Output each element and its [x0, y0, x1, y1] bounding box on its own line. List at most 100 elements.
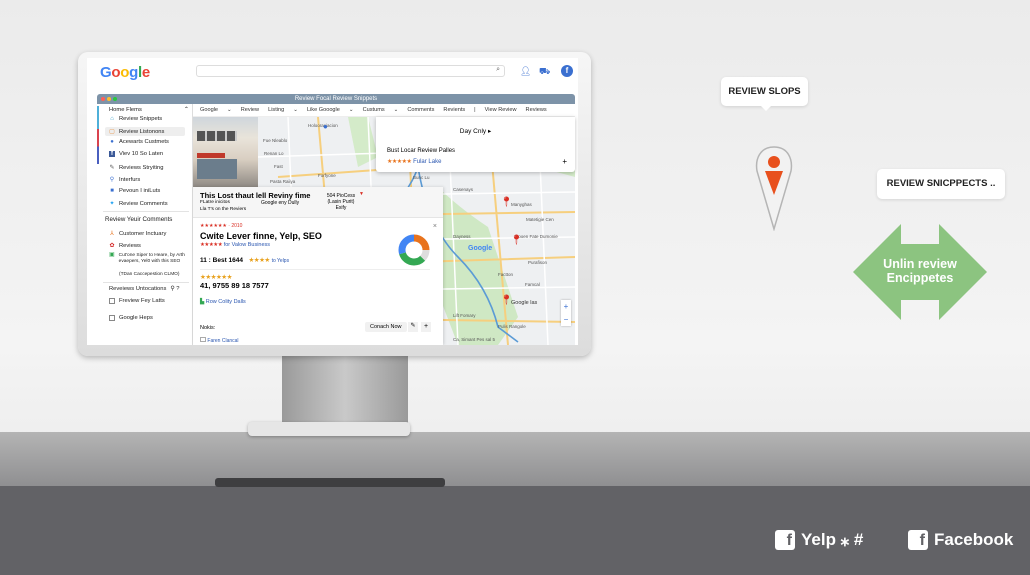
map-label: Factton [498, 272, 514, 277]
map-label: Casenays [453, 187, 474, 192]
sidebar-item-viev[interactable]: f Viev 10 So Laten [109, 151, 163, 157]
map-pin-icon[interactable]: 📍︎ [500, 295, 513, 306]
review-card[interactable]: Day Cnly ▸ Bust Locar Review Palles ★★★★… [376, 117, 575, 172]
facebook-icon: f [775, 530, 795, 550]
add-icon[interactable]: + [421, 322, 431, 332]
toolbar-reviews[interactable]: Reviews [526, 107, 547, 113]
business-panel: This Lost thaut lell Reviny fime FLatre … [193, 187, 443, 345]
footer-link[interactable]: Faren Clancal [207, 338, 238, 344]
star-rating: ★★★★★ [387, 159, 412, 165]
zoom-in-button[interactable]: + [561, 300, 571, 313]
toolbar-google[interactable]: Google [200, 107, 218, 113]
image-icon: ▣ [109, 252, 115, 258]
checkbox-freview[interactable]: Freview Fey Latts [109, 298, 165, 304]
checkbox-icon[interactable] [109, 315, 115, 321]
business-title: Cwite Lever finne, Yelp, SEO [200, 231, 322, 241]
sidebar-item-label: Cut'one Siper to Heare, by Arth evaepers… [118, 253, 185, 264]
sidebar-item-acewarts[interactable]: ● Acewarts Custmets [109, 139, 169, 145]
list-icon: ▢ [109, 129, 115, 135]
maximize-window-button[interactable] [113, 97, 117, 101]
toolbar-divider: | [474, 107, 476, 113]
yelp-badge[interactable]: f Yelp ⁎ # [775, 530, 863, 550]
contact-now-button[interactable]: Conach Now [365, 322, 407, 332]
toolbar-view-review[interactable]: View Review [485, 107, 517, 113]
business-link[interactable]: for Valow Business [224, 242, 270, 248]
sidebar-item-label: Pevoun I iniLuts [119, 188, 161, 194]
checkbox-google-heps[interactable]: Google Heps [109, 315, 153, 321]
toolbar-revients[interactable]: Revients [443, 107, 465, 113]
home-icon: ⌂ [110, 116, 114, 122]
checkbox-icon[interactable] [200, 337, 206, 342]
sidebar-item-reviews[interactable]: ✿ Reviews [109, 242, 140, 250]
close-icon[interactable]: × [433, 223, 437, 230]
callout-bubble-review-slops: REVIEW SLOPS [721, 77, 808, 111]
sidebar-item-note[interactable]: ▣ Cut'one Siper to Heare, by Arth evaeper… [109, 252, 189, 264]
callout-text: REVIEW SNICPPECTS .. [886, 178, 996, 189]
map-label: Dayness [453, 234, 471, 239]
desk [0, 432, 1030, 486]
briefcase-icon: ■ [110, 188, 114, 194]
toolbar-like-google[interactable]: Like Gooogle [307, 107, 340, 113]
sidebar-item-note-sub: (TDan Caccepestion CLMO) [119, 272, 180, 277]
map-label: Ca, Simant Pes sal 5 [453, 337, 496, 342]
phone-number[interactable]: 41, 9755 89 18 7577 [200, 281, 269, 290]
section-title: Reveiews Untocations ⚲ ? [109, 286, 179, 292]
section-title: Review Yeuir Comments [105, 216, 173, 223]
pen-icon: ✎ [109, 165, 115, 171]
chevron-down-icon: ⌄ [393, 107, 399, 113]
panel-header-mid: Google eny Dully [261, 200, 300, 206]
help-icon[interactable]: ⚲ ? [170, 286, 179, 292]
google-logo: Google [100, 64, 150, 81]
monitor-base [215, 478, 445, 487]
sidebar-header[interactable]: Home Flems ⌃ [109, 107, 189, 113]
toolbar-comments[interactable]: Comments [407, 107, 434, 113]
add-button[interactable]: + [562, 157, 567, 166]
callout-bubble-review-snippets: REVIEW SNICPPECTS .. [877, 169, 1005, 199]
map-pin-icon[interactable]: 📍︎ [510, 235, 523, 246]
search-icon[interactable]: ⌕ [496, 66, 500, 74]
sidebar-item-pevoun[interactable]: ■ Pevoun I iniLuts [109, 188, 160, 194]
dropdown-arrow-icon[interactable]: ▼ [359, 191, 364, 197]
sidebar-item-review-listonons[interactable]: ▢ Review Listonons [105, 127, 185, 136]
map-zoom-control: + − [561, 300, 571, 326]
sidebar-item-interfurs[interactable]: ⚲ Interfurs [109, 176, 140, 184]
panel-header-title: This Lost thaut lell Reviny fime [200, 191, 311, 200]
yelp-link[interactable]: to Yelps [272, 258, 290, 264]
screen: Google ⌕ 👤︎ ⛟ f Review Focal Review Snip… [87, 58, 578, 345]
map-pin-icon[interactable]: ● [323, 122, 328, 131]
directions-row[interactable]: ▙ Row Colity Dalls [200, 299, 246, 305]
user-icon[interactable]: 👤︎ [520, 66, 531, 77]
sidebar-item-review-comments[interactable]: ✦ Review Comments [109, 200, 167, 208]
close-window-button[interactable] [101, 97, 105, 101]
map-label: Famcal [525, 282, 540, 287]
facebook-icon[interactable]: f [561, 65, 573, 77]
minimize-window-button[interactable] [107, 97, 111, 101]
panel-header-line: FLatre inicitos [200, 200, 230, 205]
card-link[interactable]: Fular Lake [413, 159, 441, 165]
sidebar-item-reviews-stryiting[interactable]: ✎ Reviews Stryiting [109, 164, 163, 172]
map-pin-icon[interactable]: 📍︎ [500, 197, 513, 208]
checkbox-icon[interactable] [109, 298, 115, 304]
sidebar-item-review-snippets[interactable]: ⌂ Review Snippets [109, 116, 162, 122]
map-label: Manyghas [511, 202, 532, 207]
facebook-icon: f [908, 530, 928, 550]
sidebar-item-customer[interactable]: ⅄ Customer Inctuary [109, 230, 166, 238]
star-rating: ★★★★★★ [200, 274, 232, 281]
cart-icon[interactable]: ⛟ [539, 66, 550, 78]
floor [0, 486, 1030, 575]
edit-icon[interactable]: ✎ [408, 322, 418, 332]
card-title[interactable]: Day Cnly ▸ [376, 127, 575, 135]
card-rating: ★★★★★ Fular Lake [387, 158, 441, 165]
panel-header-line: Lla T's on the Reviers [200, 207, 247, 212]
directions-link[interactable]: Row Colity Dalls [206, 299, 246, 305]
footer-row[interactable]: Faren Clancal [200, 337, 239, 344]
toolbar-listing[interactable]: Listing [268, 107, 284, 113]
review-count: 11 : Best 1644 [200, 257, 244, 264]
map-google-watermark: Google [468, 245, 493, 252]
facebook-badge[interactable]: f Facebook [908, 530, 1013, 550]
toolbar-review[interactable]: Review [241, 107, 259, 113]
toolbar-custums[interactable]: Custums [363, 107, 385, 113]
zoom-out-button[interactable]: − [561, 313, 571, 326]
search-input[interactable]: ⌕ [196, 65, 505, 77]
sidebar-item-label: Review Snippets [119, 116, 163, 122]
